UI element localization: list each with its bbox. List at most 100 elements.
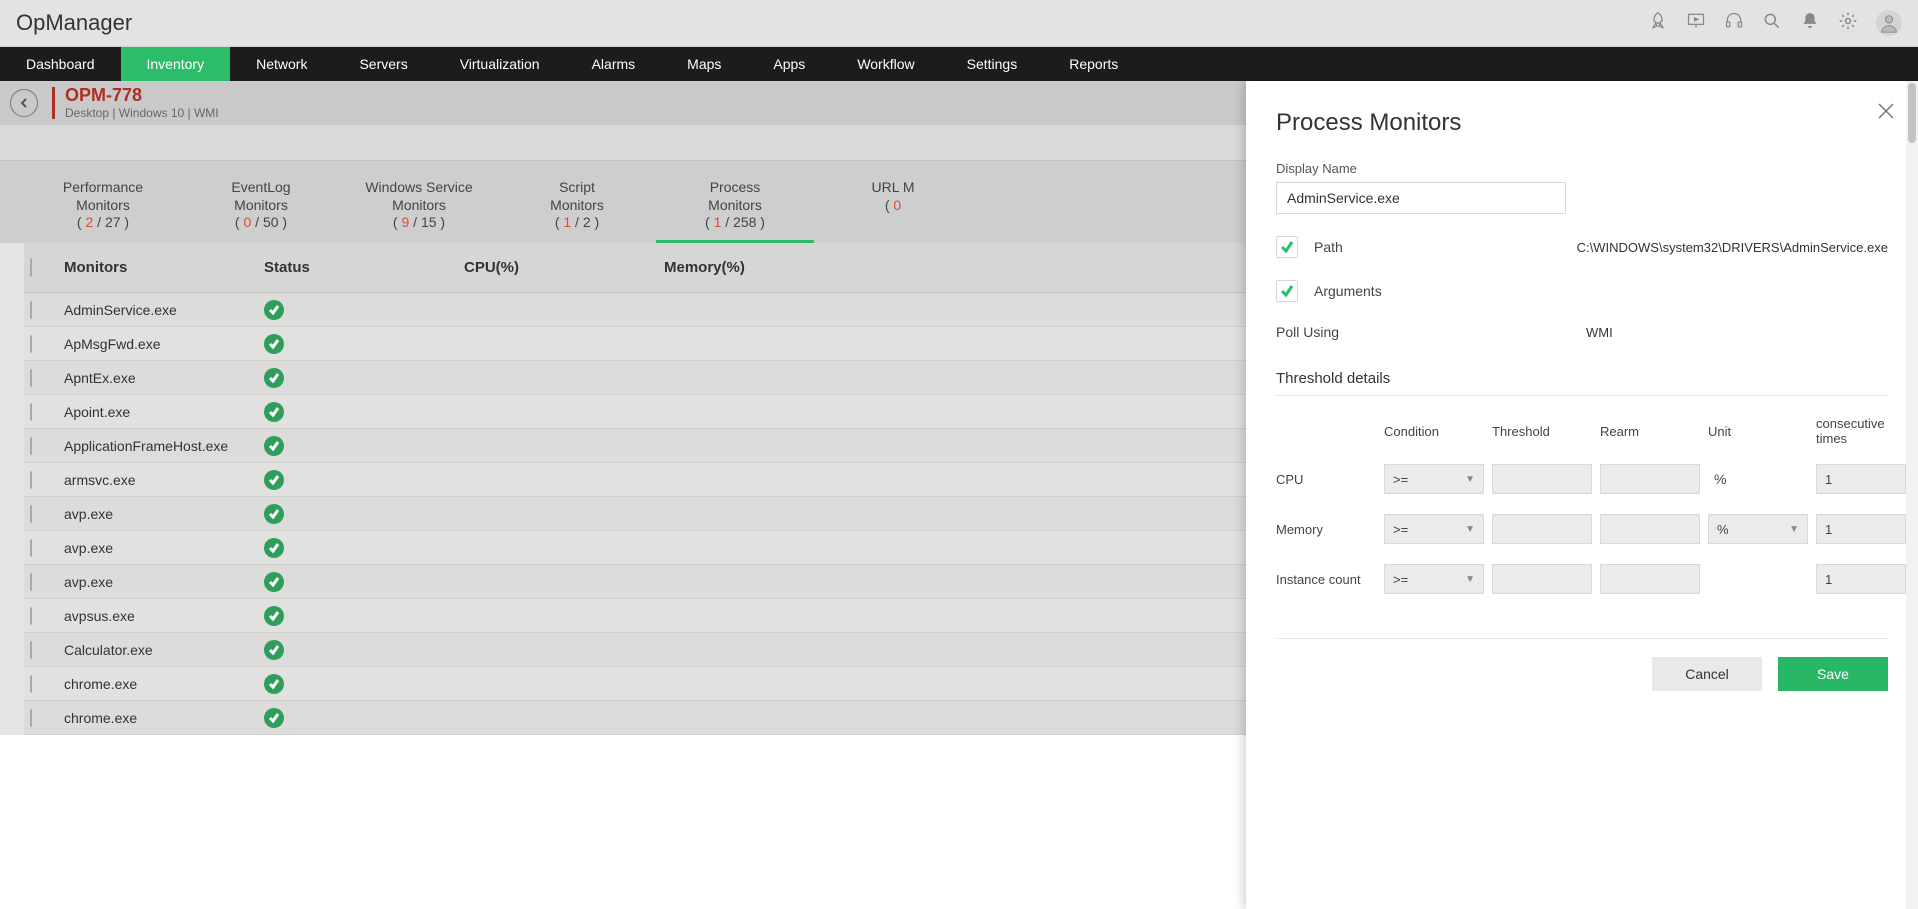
status-ok-icon	[264, 708, 284, 728]
headset-icon[interactable]	[1724, 11, 1744, 36]
presentation-icon[interactable]	[1686, 11, 1706, 36]
process-monitor-panel: Process Monitors Display Name Path C:\WI…	[1246, 81, 1918, 909]
unit-select[interactable]: %▼	[1708, 514, 1808, 544]
gear-icon[interactable]	[1838, 11, 1858, 36]
close-icon[interactable]	[1876, 101, 1896, 126]
monitor-cat-0[interactable]: PerformanceMonitors( 2 / 27 )	[24, 171, 182, 243]
back-button[interactable]	[10, 89, 38, 117]
status-ok-icon	[264, 606, 284, 626]
nav-settings[interactable]: Settings	[941, 47, 1044, 81]
row-monitor-name: armsvc.exe	[58, 472, 258, 488]
path-label: Path	[1314, 239, 1343, 255]
status-ok-icon	[264, 368, 284, 388]
condition-select[interactable]: >=▼	[1384, 514, 1484, 544]
monitor-cat-1[interactable]: EventLogMonitors( 0 / 50 )	[182, 171, 340, 243]
row-monitor-name: Apoint.exe	[58, 404, 258, 420]
path-checkbox[interactable]	[1276, 236, 1298, 258]
row-checkbox[interactable]	[30, 573, 32, 591]
condition-select[interactable]: >=▼	[1384, 564, 1484, 594]
monitor-cat-4[interactable]: ProcessMonitors( 1 / 258 )	[656, 171, 814, 243]
row-monitor-name: avp.exe	[58, 574, 258, 590]
monitor-cat-3[interactable]: ScriptMonitors( 1 / 2 )	[498, 171, 656, 243]
search-icon[interactable]	[1762, 11, 1782, 36]
nav-virtualization[interactable]: Virtualization	[434, 47, 566, 81]
threshold-row-instance-count: Instance count>=▼1	[1276, 554, 1888, 604]
row-checkbox[interactable]	[30, 335, 32, 353]
nav-network[interactable]: Network	[230, 47, 333, 81]
bell-icon[interactable]	[1800, 11, 1820, 36]
col-monitors[interactable]: Monitors	[58, 259, 258, 276]
poll-using-value: WMI	[1586, 325, 1613, 340]
monitor-cat-2[interactable]: Windows ServiceMonitors( 9 / 15 )	[340, 171, 498, 243]
row-checkbox[interactable]	[30, 301, 32, 319]
nav-reports[interactable]: Reports	[1043, 47, 1144, 81]
panel-scrollbar[interactable]	[1906, 81, 1918, 909]
col-cpu[interactable]: CPU(%)	[458, 259, 658, 276]
save-button[interactable]: Save	[1778, 657, 1888, 691]
threshold-label: Instance count	[1276, 572, 1376, 587]
device-name: OPM-778	[65, 86, 219, 106]
row-checkbox[interactable]	[30, 641, 32, 659]
row-monitor-name: ApMsgFwd.exe	[58, 336, 258, 352]
row-monitor-name: AdminService.exe	[58, 302, 258, 318]
consecutive-input[interactable]: 1	[1816, 514, 1906, 544]
row-checkbox[interactable]	[30, 403, 32, 421]
nav-apps[interactable]: Apps	[747, 47, 831, 81]
unit-value: %	[1708, 471, 1808, 487]
row-checkbox[interactable]	[30, 437, 32, 455]
top-icons	[1648, 10, 1902, 36]
nav-workflow[interactable]: Workflow	[831, 47, 940, 81]
brand-logo: OpManager	[16, 10, 132, 36]
nav-dashboard[interactable]: Dashboard	[0, 47, 121, 81]
status-ok-icon	[264, 402, 284, 422]
row-monitor-name: chrome.exe	[58, 710, 258, 726]
rearm-input[interactable]	[1600, 514, 1700, 544]
main-nav: DashboardInventoryNetworkServersVirtuali…	[0, 47, 1918, 81]
status-ok-icon	[264, 300, 284, 320]
row-checkbox[interactable]	[30, 369, 32, 387]
consecutive-input[interactable]: 1	[1816, 564, 1906, 594]
display-name-input[interactable]	[1276, 182, 1566, 214]
rearm-input[interactable]	[1600, 564, 1700, 594]
status-ok-icon	[264, 674, 284, 694]
rocket-icon[interactable]	[1648, 11, 1668, 36]
row-monitor-name: avp.exe	[58, 506, 258, 522]
top-bar: OpManager	[0, 0, 1918, 47]
row-monitor-name: chrome.exe	[58, 676, 258, 692]
th-col-consecutive: consecutive times	[1816, 416, 1906, 446]
nav-inventory[interactable]: Inventory	[121, 47, 231, 81]
threshold-input[interactable]	[1492, 564, 1592, 594]
condition-select[interactable]: >=▼	[1384, 464, 1484, 494]
col-status[interactable]: Status	[258, 259, 458, 276]
threshold-section-title: Threshold details	[1276, 370, 1888, 396]
status-ok-icon	[264, 572, 284, 592]
monitor-cat-5[interactable]: URL M( 0	[814, 171, 972, 243]
nav-maps[interactable]: Maps	[661, 47, 747, 81]
row-checkbox[interactable]	[30, 505, 32, 523]
row-checkbox[interactable]	[30, 709, 32, 727]
rearm-input[interactable]	[1600, 464, 1700, 494]
status-ok-icon	[264, 640, 284, 660]
display-name-label: Display Name	[1276, 161, 1888, 176]
status-ok-icon	[264, 470, 284, 490]
row-checkbox[interactable]	[30, 471, 32, 489]
consecutive-input[interactable]: 1	[1816, 464, 1906, 494]
threshold-input[interactable]	[1492, 464, 1592, 494]
arguments-checkbox[interactable]	[1276, 280, 1298, 302]
scrollbar-thumb[interactable]	[1908, 83, 1916, 143]
cancel-button[interactable]: Cancel	[1652, 657, 1762, 691]
path-value: C:\WINDOWS\system32\DRIVERS\AdminService…	[1577, 240, 1888, 255]
row-checkbox[interactable]	[30, 539, 32, 557]
status-indicator-bar	[52, 87, 55, 119]
select-all-checkbox[interactable]	[30, 258, 32, 277]
nav-alarms[interactable]: Alarms	[566, 47, 662, 81]
threshold-input[interactable]	[1492, 514, 1592, 544]
nav-servers[interactable]: Servers	[333, 47, 433, 81]
row-checkbox[interactable]	[30, 675, 32, 693]
panel-footer: Cancel Save	[1276, 638, 1888, 691]
th-col-condition: Condition	[1384, 424, 1484, 439]
row-monitor-name: avpsus.exe	[58, 608, 258, 624]
row-checkbox[interactable]	[30, 607, 32, 625]
th-col-rearm: Rearm	[1600, 424, 1700, 439]
user-avatar[interactable]	[1876, 10, 1902, 36]
